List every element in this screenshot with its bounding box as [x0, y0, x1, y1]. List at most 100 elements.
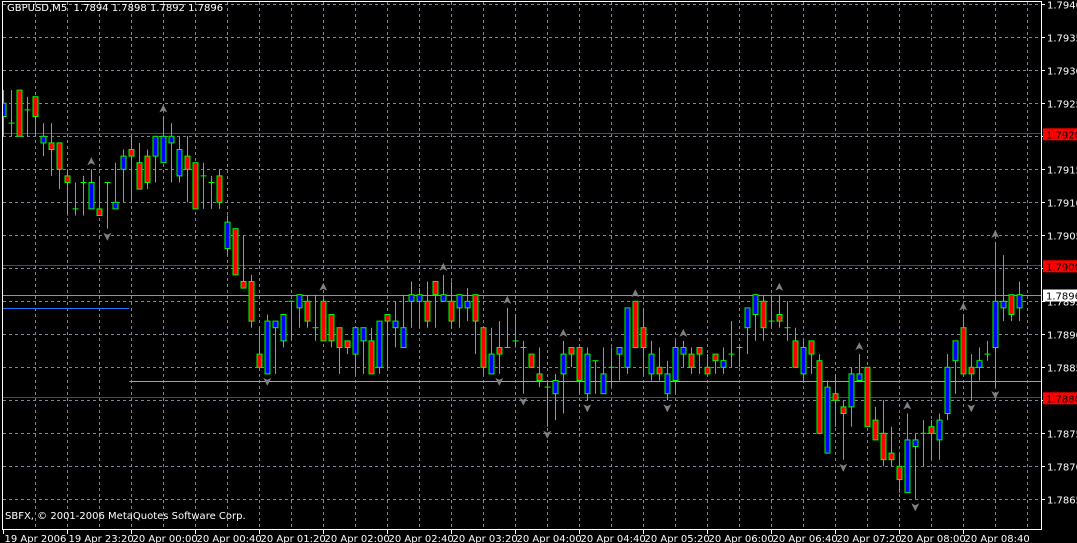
bull-candle-body [600, 373, 607, 395]
bull-candle-body [552, 380, 559, 395]
candlestick-chart[interactable]: 1.7940 1.7935 1.7930 1.7925 1.7915 1.7910 1.79… [0, 0, 1077, 543]
bull-candle-body [944, 366, 951, 414]
bid-price-label: 1.7896 [1046, 292, 1077, 303]
bear-candle-body [328, 314, 335, 342]
bull-candle-body [848, 373, 855, 408]
bull-candle-body [904, 439, 911, 494]
x-tick-label: 20 Apr 06:40 [773, 534, 838, 543]
fractal-up-arrow-icon [679, 328, 688, 337]
bull-candle-body [1016, 294, 1023, 309]
x-tick-label: 20 Apr 00:00 [133, 534, 198, 543]
y-tick-label: 1.7870 [1047, 462, 1077, 473]
bull-candle-body [88, 182, 95, 210]
x-tick-label: 19 Apr 2006 [5, 534, 67, 543]
bear-candle-body [808, 340, 815, 355]
candles [3, 89, 1023, 500]
bear-candle-body [640, 327, 647, 349]
bull-candle-body [488, 353, 495, 375]
time-axis[interactable]: 19 Apr 2006 19 Apr 23:2020 Apr 00:0020 Ap… [3, 530, 1030, 543]
level-label: 1.7900 [1046, 262, 1077, 273]
fractal-up-arrow-icon [631, 289, 640, 298]
bear-candle-body [872, 419, 879, 441]
bear-candle-body [528, 353, 535, 368]
horizontal-lines [3, 133, 1041, 398]
bear-candle-body [896, 465, 903, 480]
x-tick-label: 20 Apr 07:20 [837, 534, 902, 543]
bear-candle-body [696, 347, 703, 355]
bear-candle-body [192, 162, 199, 210]
bull-candle-body [400, 327, 407, 349]
bear-candle-body [320, 300, 327, 342]
bull-candle-body [160, 135, 167, 164]
fractal-up-arrow-icon [439, 262, 448, 271]
bear-candle-body [216, 175, 223, 203]
bear-candle-body [48, 142, 55, 150]
x-tick-label: 20 Apr 08:00 [901, 534, 966, 543]
fractal-up-arrow-icon [559, 328, 568, 337]
bear-candle-body [136, 162, 143, 190]
bear-candle-body [480, 327, 487, 368]
bear-candle-body [888, 452, 895, 461]
bear-candle-body [536, 373, 543, 381]
bear-candle-body [240, 281, 247, 289]
bull-candle-body [752, 294, 759, 316]
bear-candle-body [256, 353, 263, 368]
bear-candle-body [1008, 294, 1015, 316]
x-tick-label: 20 Apr 00:40 [197, 534, 262, 543]
bull-candle-body [152, 135, 159, 157]
bull-candle-body [392, 320, 399, 329]
bear-candle-body [368, 340, 375, 375]
fractal-up-arrow-icon [319, 282, 328, 291]
bull-candle-body [680, 347, 687, 355]
bear-candle-body [304, 300, 311, 322]
bull-candle-body [456, 294, 463, 309]
fractal-up-arrow-icon [903, 401, 912, 410]
fractal-down-arrow-icon [911, 503, 920, 512]
high-value: 1.7898 [111, 3, 147, 14]
bull-candle-body [416, 294, 423, 302]
y-tick-label: 1.7910 [1047, 198, 1077, 209]
bull-candle-body [120, 155, 127, 170]
bear-candle-body [776, 314, 783, 322]
fractal-up-arrow-icon [855, 342, 864, 351]
bull-candle-body [464, 300, 471, 309]
close-value: 1.7896 [188, 3, 224, 14]
bull-candle-body [40, 135, 47, 144]
bear-candle-body [864, 366, 871, 428]
bull-candle-body [224, 221, 231, 250]
bear-candle-body [184, 155, 191, 170]
bear-candle-body [704, 366, 711, 375]
x-tick-label: 20 Apr 05:20 [645, 534, 710, 543]
fractal-down-arrow-icon [839, 463, 848, 472]
bull-candle-body [376, 320, 383, 368]
bull-candle-body [168, 135, 175, 144]
bear-candle-body [472, 294, 479, 322]
bull-candle-body [440, 294, 447, 302]
bear-candle-body [248, 281, 255, 322]
bull-candle-body [280, 314, 287, 342]
fractal-arrows [87, 104, 1000, 512]
x-tick-label: 20 Apr 06:00 [709, 534, 774, 543]
bear-candle-body [816, 360, 823, 434]
bear-candle-body [448, 300, 455, 322]
bull-candle-body [272, 320, 279, 329]
bear-candle-body [16, 89, 23, 137]
bull-candle-body [992, 300, 999, 348]
fractal-down-arrow-icon [519, 397, 528, 406]
bear-candle-body [144, 155, 151, 184]
fractal-down-arrow-icon [967, 404, 976, 413]
bear-candle-body [496, 347, 503, 355]
bull-candle-body [3, 102, 7, 118]
x-tick-label: 20 Apr 04:40 [581, 534, 646, 543]
fractal-up-arrow-icon [503, 295, 512, 304]
fractal-down-arrow-icon [543, 430, 552, 439]
y-tick-label: 1.7940 [1047, 0, 1077, 11]
y-tick-label: 1.7915 [1047, 165, 1077, 176]
bull-candle-body [952, 340, 959, 362]
price-axis[interactable]: 1.7940 1.7935 1.7930 1.7925 1.7915 1.7910 1.79… [1042, 0, 1077, 506]
x-tick-label: 20 Apr 02:40 [389, 534, 454, 543]
bear-candle-body [760, 300, 767, 329]
x-tick-label: 19 Apr 23:20 [69, 534, 134, 543]
y-tick-label: 1.7890 [1047, 330, 1077, 341]
y-tick-label: 1.7865 [1047, 495, 1077, 506]
